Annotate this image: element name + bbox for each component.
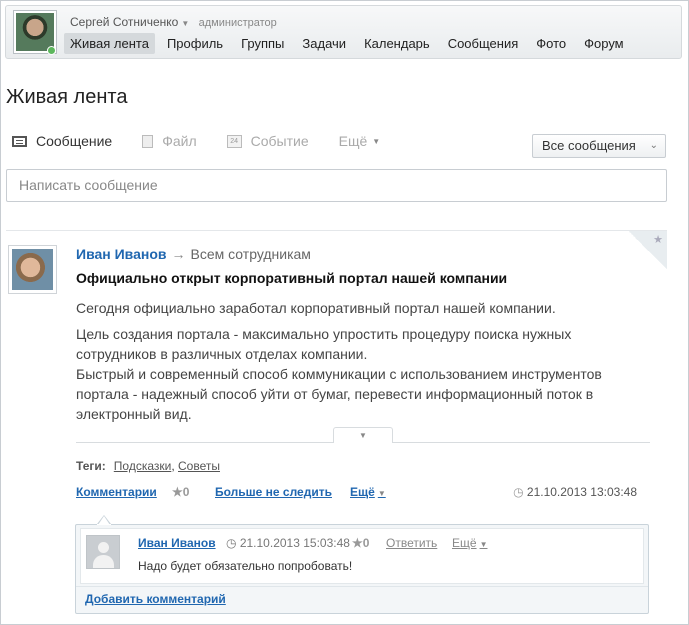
nav-item-groups[interactable]: Группы — [235, 33, 290, 54]
chevron-down-icon: ▼ — [377, 489, 386, 498]
arrow-right-icon: → — [171, 246, 186, 262]
post-author-link[interactable]: Иван Иванов — [76, 246, 167, 262]
user-menu[interactable]: Сергей Сотниченко ▼ администратор — [70, 15, 277, 29]
post-author-avatar[interactable] — [8, 245, 57, 294]
tags-label: Теги: — [76, 459, 106, 473]
add-comment-link[interactable]: Добавить комментарий — [85, 592, 226, 606]
tab-event-label: Событие — [250, 133, 309, 149]
divider — [76, 586, 648, 587]
file-icon — [142, 134, 154, 148]
post-line: портала - надежный способ уйти от бумаг,… — [76, 386, 594, 402]
message-icon — [12, 135, 27, 147]
post-tags: Теги: Подсказки, Советы — [76, 459, 220, 473]
like-button[interactable]: ★0 — [172, 485, 189, 499]
comment-time-text: 21.10.2013 15:03:48 — [239, 536, 350, 550]
tab-event[interactable]: 24 Событие — [226, 133, 309, 149]
comment-time: ◷ 21.10.2013 15:03:48 — [226, 536, 350, 550]
post-title: Официально открыт корпоративный портал н… — [76, 270, 508, 286]
nav-item-forum[interactable]: Форум — [578, 33, 630, 54]
like-count: 0 — [182, 485, 190, 499]
post-more-label: Ещё — [350, 485, 375, 499]
star-icon[interactable]: ★ — [653, 233, 663, 246]
user-name[interactable]: Сергей Сотниченко — [70, 15, 178, 29]
user-photo — [16, 13, 54, 51]
post-type-tabs: Сообщение Файл 24 Событие Ещё ▼ — [12, 133, 410, 149]
tag-separator: , — [171, 459, 178, 473]
comment-header: Иван Иванов ◷ 21.10.2013 15:03:48 ★0 Отв… — [138, 536, 487, 550]
nav-item-calendar[interactable]: Календарь — [358, 33, 436, 54]
comment-author-avatar[interactable] — [86, 535, 120, 569]
user-role: администратор — [198, 17, 277, 29]
chevron-down-icon: ▼ — [372, 136, 381, 146]
comment-more-label: Ещё — [452, 536, 477, 550]
main-nav: Живая лента Профиль Группы Задачи Календ… — [64, 33, 636, 54]
nav-item-live-feed[interactable]: Живая лента — [64, 33, 155, 54]
comments-link[interactable]: Комментарии — [76, 485, 157, 499]
post-more-menu[interactable]: Ещё ▼ — [350, 485, 386, 499]
nav-item-profile[interactable]: Профиль — [161, 33, 229, 54]
feed-filter-select[interactable]: Все сообщения ⌄ — [532, 134, 666, 158]
post-line: Быстрый и современный способ коммуникаци… — [76, 366, 602, 382]
star-icon: ★ — [352, 536, 363, 550]
compose-message-input[interactable]: Написать сообщение — [6, 169, 667, 202]
nav-item-photo[interactable]: Фото — [530, 33, 572, 54]
post-paragraph: Цель создания портала - максимально упро… — [76, 324, 636, 424]
comment-like-count: 0 — [362, 536, 370, 550]
comment-item: Иван Иванов ◷ 21.10.2013 15:03:48 ★0 Отв… — [80, 528, 644, 584]
page-title: Живая лента — [6, 86, 128, 108]
tab-more-label: Ещё — [338, 133, 368, 149]
compose-placeholder: Написать сообщение — [19, 177, 158, 193]
clock-icon: ◷ — [513, 485, 524, 499]
top-header: Сергей Сотниченко ▼ администратор Живая л… — [5, 5, 682, 59]
chevron-down-icon: ▼ — [479, 540, 488, 549]
tab-message[interactable]: Сообщение — [12, 133, 112, 149]
feed-filter-value: Все сообщения — [542, 138, 636, 153]
expand-post-button[interactable]: ▼ — [333, 427, 393, 443]
comments-pointer — [97, 515, 111, 525]
post-author-photo — [12, 249, 53, 290]
chevron-down-icon: ▼ — [359, 431, 367, 440]
post-date-text: 21.10.2013 13:03:48 — [526, 485, 637, 499]
post-body: Сегодня официально заработал корпоративн… — [76, 298, 636, 430]
comment-author-link[interactable]: Иван Иванов — [138, 536, 216, 550]
unfollow-link[interactable]: Больше не следить — [215, 485, 332, 499]
tab-file[interactable]: Файл — [142, 133, 197, 149]
comment-reply-link[interactable]: Ответить — [386, 536, 437, 550]
divider — [6, 230, 667, 231]
post-paragraph: Сегодня официально заработал корпоративн… — [76, 300, 556, 316]
comment-like-button[interactable]: ★0 — [352, 536, 369, 550]
tab-more[interactable]: Ещё ▼ — [339, 133, 381, 149]
comment-text: Надо будет обязательно попробовать! — [138, 559, 353, 573]
post-date: ◷ 21.10.2013 13:03:48 — [513, 485, 637, 499]
post-destination[interactable]: Всем сотрудникам — [191, 246, 311, 262]
chevron-down-icon: ⌄ — [649, 140, 658, 151]
comments-block: Иван Иванов ◷ 21.10.2013 15:03:48 ★0 Отв… — [75, 524, 649, 614]
online-status-icon — [47, 46, 56, 55]
favorite-corner[interactable]: ★ — [628, 231, 667, 269]
tab-message-label: Сообщение — [36, 133, 113, 149]
tab-file-label: Файл — [162, 133, 197, 149]
post-line: электронный вид. — [76, 406, 192, 422]
calendar-icon: 24 — [226, 134, 242, 148]
nav-item-messages[interactable]: Сообщения — [442, 33, 525, 54]
star-icon: ★ — [172, 485, 183, 499]
comment-more-menu[interactable]: Ещё ▼ — [452, 536, 487, 550]
clock-icon: ◷ — [226, 536, 237, 550]
post-line: Цель создания портала - максимально упро… — [76, 326, 572, 342]
nav-item-tasks[interactable]: Задачи — [296, 33, 352, 54]
post-line: сотрудников в различных отделах компании… — [76, 346, 368, 362]
tag-link[interactable]: Подсказки — [114, 459, 172, 473]
caret-down-icon[interactable]: ▼ — [181, 19, 189, 28]
post-header: Иван Иванов → Всем сотрудникам — [76, 246, 311, 262]
tag-link[interactable]: Советы — [178, 459, 220, 473]
